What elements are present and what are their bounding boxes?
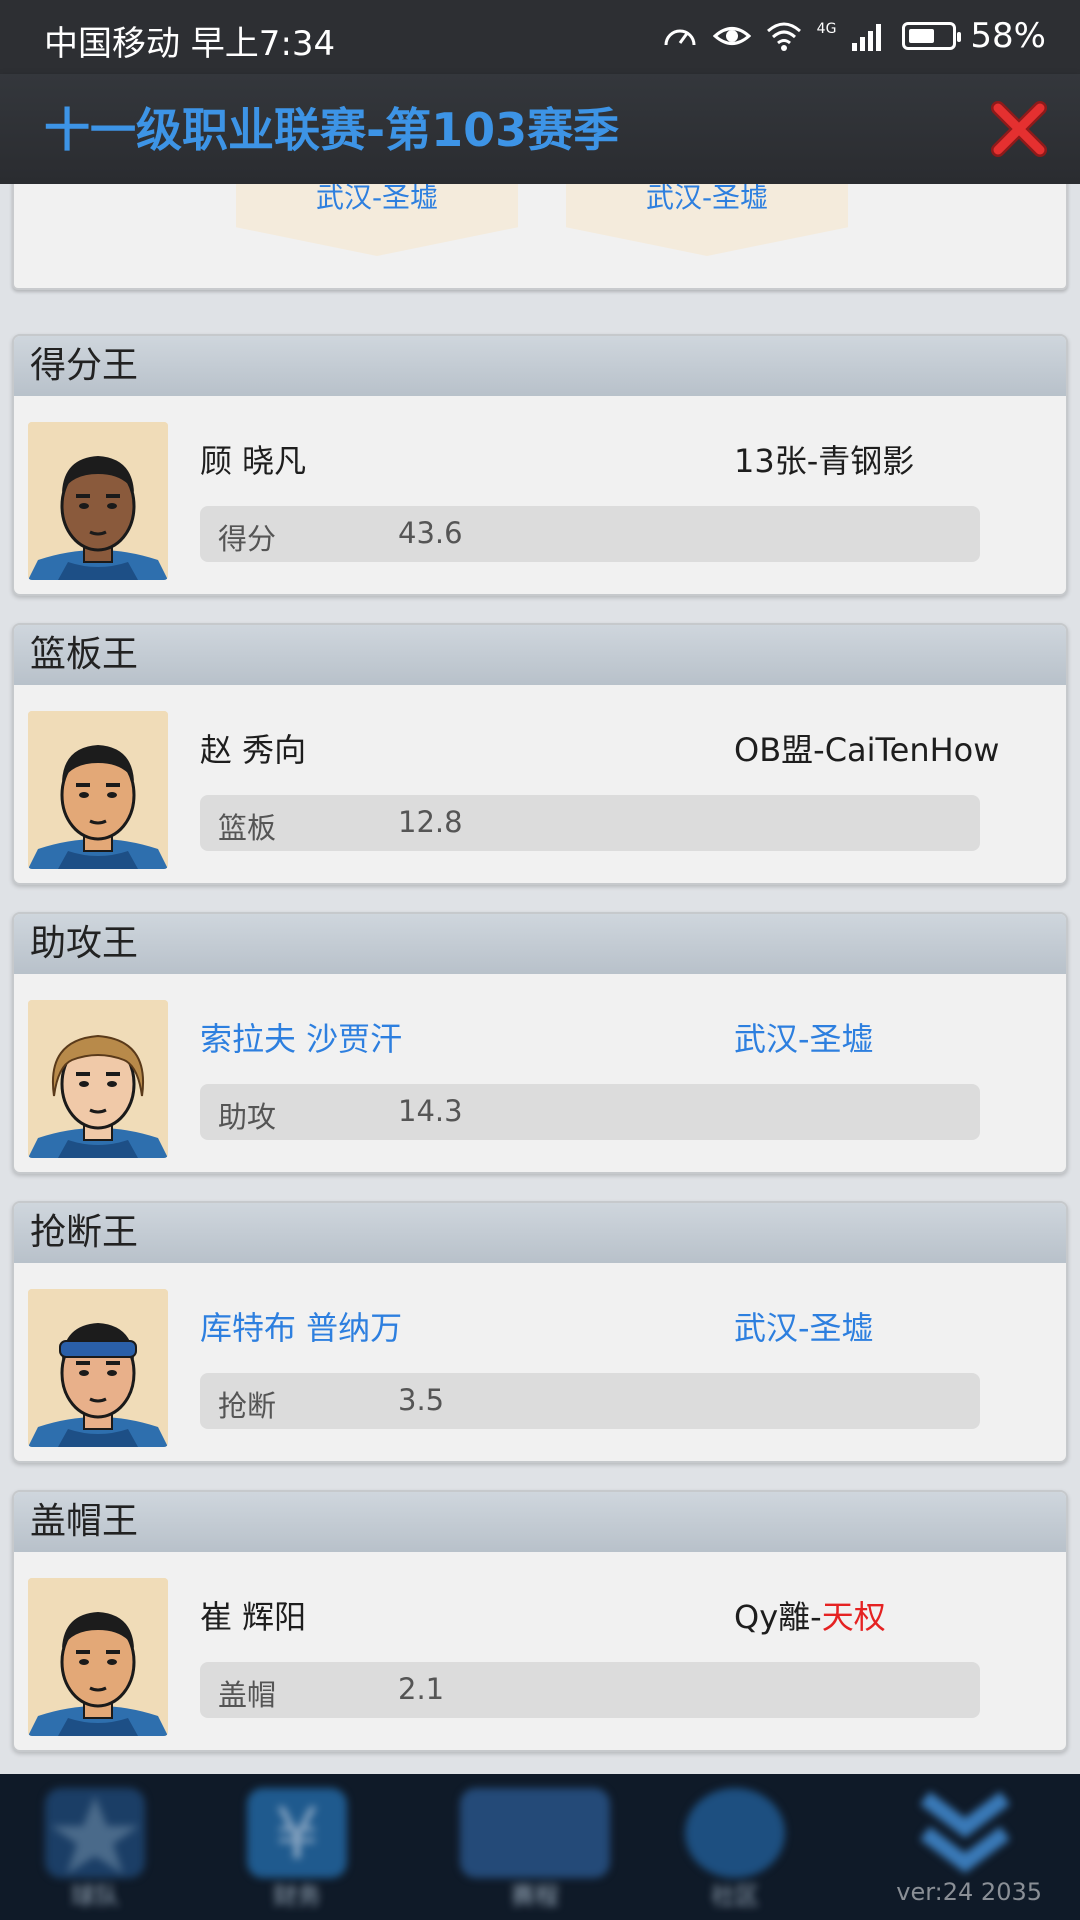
nav-item-community[interactable]: 社区 bbox=[660, 1780, 810, 1920]
award-title: 得分王 bbox=[14, 336, 1066, 396]
award-card: 篮板王 赵 秀向 OB盟-CaiTenHow 篮板 12.8 bbox=[12, 623, 1068, 885]
team-name-prefix: 武汉-圣墟 bbox=[734, 1309, 874, 1347]
player-name[interactable]: 顾 晓凡 bbox=[200, 436, 306, 482]
player-avatar[interactable] bbox=[28, 1000, 168, 1158]
yen-icon: ¥ bbox=[247, 1788, 347, 1878]
player-name[interactable]: 赵 秀向 bbox=[200, 725, 306, 771]
stat-label: 助攻 bbox=[218, 1100, 277, 1134]
team-name[interactable]: OB盟-CaiTenHow bbox=[734, 725, 999, 771]
svg-text:¥: ¥ bbox=[275, 1793, 320, 1875]
version-label: ver:24 2035 bbox=[896, 1878, 1042, 1906]
nav-label: 赛程 bbox=[511, 1882, 559, 1910]
stat-bar: 盖帽 2.1 bbox=[200, 1662, 980, 1718]
stat-value: 43.6 bbox=[398, 516, 463, 550]
team-name-prefix: 13张-青钢影 bbox=[734, 442, 915, 480]
nav-label: 社区 bbox=[711, 1882, 759, 1910]
awards-scroll-area[interactable]: 武汉-圣墟 武汉-圣墟 得分王 顾 晓凡 13张-青钢影 得分 43.6 篮板王… bbox=[0, 184, 1080, 1774]
team-name[interactable]: 13张-青钢影 bbox=[734, 436, 914, 482]
nav-label: 球队 bbox=[71, 1882, 119, 1910]
stat-value: 3.5 bbox=[398, 1383, 445, 1417]
star-icon bbox=[45, 1788, 145, 1878]
status-bar: 中国移动 早上7:34 4G 58% bbox=[0, 0, 1080, 74]
stat-bar: 篮板 12.8 bbox=[200, 795, 980, 851]
team-name-prefix: Qy離- bbox=[734, 1598, 822, 1636]
nav-label: 财务 bbox=[273, 1882, 321, 1910]
pennant-label: 武汉-圣墟 bbox=[315, 184, 439, 214]
title-bar: 十一级职业联赛-第103赛季 bbox=[0, 74, 1080, 184]
eye-icon bbox=[712, 27, 751, 45]
pennant-team[interactable]: 武汉-圣墟 bbox=[236, 184, 518, 256]
battery-percent: 58% bbox=[970, 16, 1046, 56]
stat-value: 14.3 bbox=[398, 1094, 463, 1128]
nav-item-finance[interactable]: ¥ 财务 bbox=[222, 1780, 372, 1920]
pennant-team[interactable]: 武汉-圣墟 bbox=[566, 184, 848, 256]
stat-bar: 得分 43.6 bbox=[200, 506, 980, 562]
stat-label: 盖帽 bbox=[218, 1678, 277, 1712]
award-card: 抢断王 库特布 普纳万 武汉-圣墟 抢断 3.5 bbox=[12, 1201, 1068, 1463]
close-button[interactable] bbox=[988, 98, 1050, 160]
player-name[interactable]: 索拉夫 沙贾汗 bbox=[200, 1014, 402, 1060]
award-title: 抢断王 bbox=[14, 1203, 1066, 1263]
player-avatar[interactable] bbox=[28, 1289, 168, 1447]
pennant-label: 武汉-圣墟 bbox=[645, 184, 769, 214]
player-avatar[interactable] bbox=[28, 711, 168, 869]
chat-icon bbox=[685, 1788, 785, 1878]
nav-item-team[interactable]: 球队 bbox=[20, 1780, 170, 1920]
network-type: 4G bbox=[816, 21, 837, 37]
award-title: 篮板王 bbox=[14, 625, 1066, 685]
champion-card: 武汉-圣墟 武汉-圣墟 bbox=[12, 184, 1068, 290]
stat-label: 篮板 bbox=[218, 811, 277, 845]
award-card: 助攻王 索拉夫 沙贾汗 武汉-圣墟 助攻 14.3 bbox=[12, 912, 1068, 1174]
team-name-prefix: OB盟-CaiTenHow bbox=[734, 731, 1000, 769]
player-avatar[interactable] bbox=[28, 1578, 168, 1736]
stat-value: 2.1 bbox=[398, 1672, 445, 1706]
stat-label: 得分 bbox=[218, 522, 277, 556]
battery-icon bbox=[902, 22, 962, 50]
signal-icon bbox=[852, 24, 882, 51]
player-avatar[interactable] bbox=[28, 422, 168, 580]
carrier-time: 中国移动 早上7:34 bbox=[44, 24, 336, 64]
nav-item-schedule[interactable]: 赛程 bbox=[440, 1780, 630, 1920]
player-name[interactable]: 崔 辉阳 bbox=[200, 1592, 306, 1638]
player-name[interactable]: 库特布 普纳万 bbox=[200, 1303, 402, 1349]
team-name[interactable]: Qy離-天权 bbox=[734, 1592, 886, 1638]
award-card: 盖帽王 崔 辉阳 Qy離-天权 盖帽 2.1 bbox=[12, 1490, 1068, 1752]
stat-value: 12.8 bbox=[398, 805, 463, 839]
close-icon bbox=[991, 101, 1047, 157]
award-title: 盖帽王 bbox=[14, 1492, 1066, 1552]
stat-label: 抢断 bbox=[218, 1389, 277, 1423]
wifi-icon bbox=[766, 22, 801, 51]
team-name[interactable]: 武汉-圣墟 bbox=[734, 1303, 874, 1349]
bottom-nav: 球队 ¥ 财务 赛程 社区 ver:24 2035 bbox=[0, 1774, 1080, 1920]
team-name-suffix: 天权 bbox=[821, 1598, 886, 1636]
stat-bar: 抢断 3.5 bbox=[200, 1373, 980, 1429]
team-name[interactable]: 武汉-圣墟 bbox=[734, 1014, 874, 1060]
speed-icon bbox=[664, 29, 696, 46]
award-card: 得分王 顾 晓凡 13张-青钢影 得分 43.6 bbox=[12, 334, 1068, 596]
team-name-prefix: 武汉-圣墟 bbox=[734, 1020, 874, 1058]
stat-bar: 助攻 14.3 bbox=[200, 1084, 980, 1140]
court-icon bbox=[460, 1788, 610, 1878]
chevron-down-icon bbox=[920, 1791, 1010, 1873]
page-title: 十一级职业联赛-第103赛季 bbox=[44, 103, 620, 157]
award-title: 助攻王 bbox=[14, 914, 1066, 974]
